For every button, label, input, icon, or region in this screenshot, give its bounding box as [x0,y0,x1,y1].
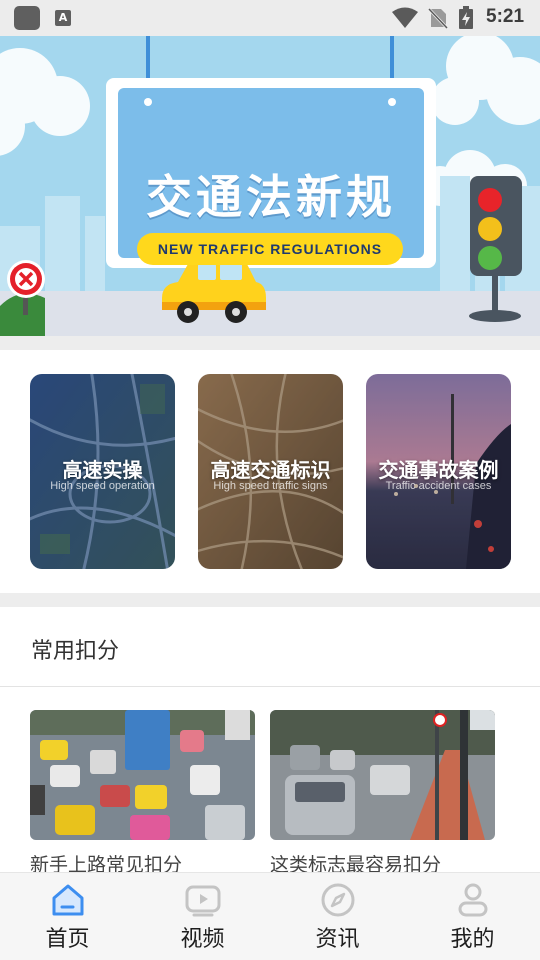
article-card[interactable]: 这类标志最容易扣分 [270,710,495,880]
no-sim-icon [428,7,448,29]
article-list: 新手上路常见扣分 这类标志最容易扣分 [0,688,540,876]
category-card-highway-signs[interactable]: 高速交通标识 High speed traffic signs [198,374,343,569]
section-title: 常用扣分 [31,639,120,664]
category-subtitle: Traffic accident cases [385,480,492,492]
nav-tab-home[interactable]: 首页 [0,873,135,960]
status-bar: A 5:21 [0,0,540,36]
section-divider [0,593,540,607]
traffic-jam-image [30,710,255,840]
section-divider [0,336,540,350]
nav-label: 资讯 [315,927,360,952]
nav-tab-news[interactable]: 资讯 [270,873,405,960]
battery-charging-icon [459,6,473,29]
category-subtitle: High speed traffic signs [213,480,328,492]
article-thumbnail [270,710,495,840]
category-title: 高速交通标识 [210,458,331,482]
category-card-highway-operation[interactable]: 高速实操 High speed operation [30,374,175,569]
nav-label: 我的 [450,927,495,952]
app-badge-icon: A [55,10,71,26]
nav-tab-video[interactable]: 视频 [135,873,270,960]
clock-time: 5:21 [486,6,525,27]
section-header: 常用扣分 [0,607,540,687]
banner-subtitle-badge: NEW TRAFFIC REGULATIONS [137,233,403,265]
article-card[interactable]: 新手上路常见扣分 [30,710,255,880]
home-icon [52,884,84,916]
banner-title: 交通法新规 [146,170,396,224]
category-cards: 高速实操 High speed operation 高速交通标识 High sp… [0,350,540,593]
video-icon [185,885,221,917]
compass-icon [321,883,355,917]
nav-label: 视频 [180,927,225,952]
bottom-navigation: 首页 视频 资讯 我的 [0,872,540,960]
banner-carousel[interactable]: 交通法新规 NEW TRAFFIC REGULATIONS [0,36,540,336]
nav-label: 首页 [45,927,90,952]
category-title: 交通事故案例 [378,458,499,482]
article-thumbnail [30,710,255,840]
street-traffic-image [270,710,495,840]
wifi-icon [392,7,418,28]
app-screen: A 5:21 交通法新规 NEW TRAFFIC REGULATIONS 高速实… [0,0,540,960]
category-title: 高速实操 [62,458,143,482]
category-subtitle: High speed operation [50,480,155,492]
category-card-accident-cases[interactable]: 交通事故案例 Traffic accident cases [366,374,511,569]
app-notification-icon [14,6,40,30]
nav-tab-profile[interactable]: 我的 [405,873,540,960]
profile-icon [458,883,488,917]
